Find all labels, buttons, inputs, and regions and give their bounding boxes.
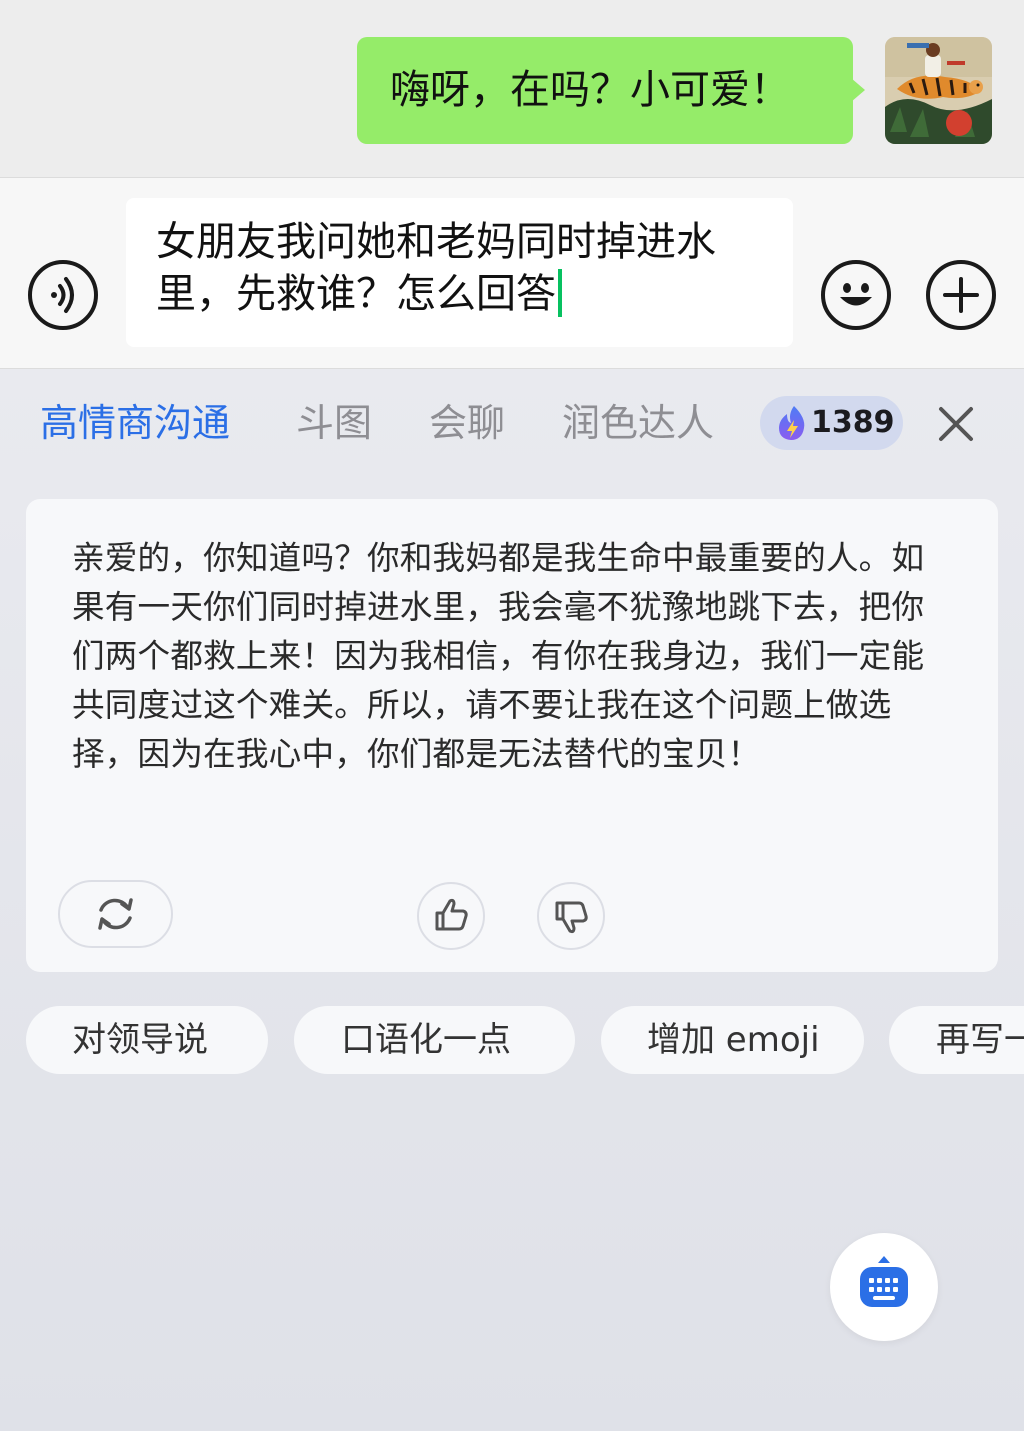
message-bubble[interactable]: 嗨呀，在吗？小可爱！ bbox=[357, 37, 853, 144]
tab-polish[interactable]: 润色达人 bbox=[562, 398, 714, 448]
chip-emoji[interactable]: 增加 emoji bbox=[601, 1006, 864, 1074]
close-button[interactable] bbox=[936, 404, 976, 444]
chip-boss[interactable]: 对领导说 bbox=[26, 1006, 268, 1074]
tab-chat[interactable]: 会聊 bbox=[429, 398, 505, 448]
points-count: 1389 bbox=[811, 405, 895, 440]
chip-rewrite[interactable]: 再写一 bbox=[889, 1006, 1024, 1074]
plus-icon bbox=[943, 277, 979, 313]
refresh-icon bbox=[98, 898, 133, 930]
input-bar: 女朋友我问她和老妈同时掉进水里，先救谁？怎么回答 bbox=[0, 177, 1024, 369]
thumbs-up-button[interactable] bbox=[417, 882, 485, 950]
emoji-icon bbox=[840, 283, 872, 306]
refresh-button[interactable] bbox=[58, 880, 173, 948]
thumbs-down-button[interactable] bbox=[537, 882, 605, 950]
plus-button[interactable] bbox=[926, 260, 996, 330]
thumbs-down-icon bbox=[555, 901, 588, 934]
chip-casual[interactable]: 口语化一点 bbox=[294, 1006, 575, 1074]
emoji-button[interactable] bbox=[821, 260, 891, 330]
bubble-tail bbox=[851, 78, 865, 102]
close-icon bbox=[939, 407, 973, 441]
tab-high-eq[interactable]: 高情商沟通 bbox=[40, 398, 230, 448]
reply-card: 亲爱的，你知道吗？你和我妈都是我生命中最重要的人。如果有一天你们同时掉进水里，我… bbox=[26, 499, 998, 972]
assistant-panel: 高情商沟通 斗图 会聊 润色达人 1389 亲爱的，你知道吗？你和我妈都是我生命… bbox=[0, 369, 1024, 1431]
tab-meme[interactable]: 斗图 bbox=[296, 398, 372, 448]
flame-icon bbox=[779, 406, 805, 440]
keyboard-icon bbox=[860, 1256, 908, 1307]
tiger-rider-avatar-icon bbox=[885, 37, 992, 144]
message-input[interactable]: 女朋友我问她和老妈同时掉进水里，先救谁？怎么回答 bbox=[126, 198, 793, 347]
chat-area: 嗨呀，在吗？小可爱！ bbox=[0, 0, 1024, 177]
voice-button[interactable] bbox=[28, 260, 98, 330]
thumbs-up-icon bbox=[435, 898, 468, 931]
text-caret bbox=[558, 269, 562, 317]
reply-text[interactable]: 亲爱的，你知道吗？你和我妈都是我生命中最重要的人。如果有一天你们同时掉进水里，我… bbox=[72, 534, 952, 779]
points-badge[interactable]: 1389 bbox=[760, 396, 903, 450]
avatar[interactable] bbox=[885, 37, 992, 144]
message-input-text: 女朋友我问她和老妈同时掉进水里，先救谁？怎么回答 bbox=[156, 219, 716, 317]
voice-icon bbox=[51, 277, 74, 313]
keyboard-button[interactable] bbox=[830, 1233, 938, 1341]
